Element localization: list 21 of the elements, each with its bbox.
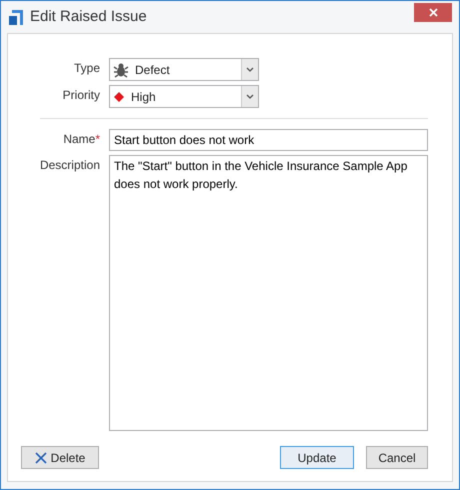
field-label: Priority: [62, 88, 100, 102]
close-icon: [428, 8, 438, 16]
field-label: Type: [74, 61, 100, 75]
chevron-down-icon: [246, 94, 254, 99]
type-dropdown[interactable]: Defect: [109, 58, 259, 81]
required-mark: *: [95, 132, 100, 146]
close-button[interactable]: [414, 2, 452, 22]
field-label: Name: [63, 132, 96, 146]
bug-icon: [113, 62, 129, 78]
diamond-icon: [113, 90, 125, 102]
chevron-down-icon: [246, 67, 254, 72]
app-icon: [8, 9, 24, 25]
description-field[interactable]: The "Start" button in the Vehicle Insurance Sample App does not work properly.: [109, 155, 428, 431]
dialog-button[interactable]: Delete: [21, 446, 99, 469]
window-title: Edit Raised Issue: [30, 6, 147, 27]
dialog-button[interactable]: Update: [280, 446, 354, 469]
priority-dropdown[interactable]: High: [109, 85, 259, 108]
x-icon: [34, 452, 47, 464]
name-field[interactable]: Start button does not work: [109, 129, 428, 151]
field-label: Description: [40, 158, 100, 172]
dialog-button[interactable]: Cancel: [366, 446, 428, 469]
